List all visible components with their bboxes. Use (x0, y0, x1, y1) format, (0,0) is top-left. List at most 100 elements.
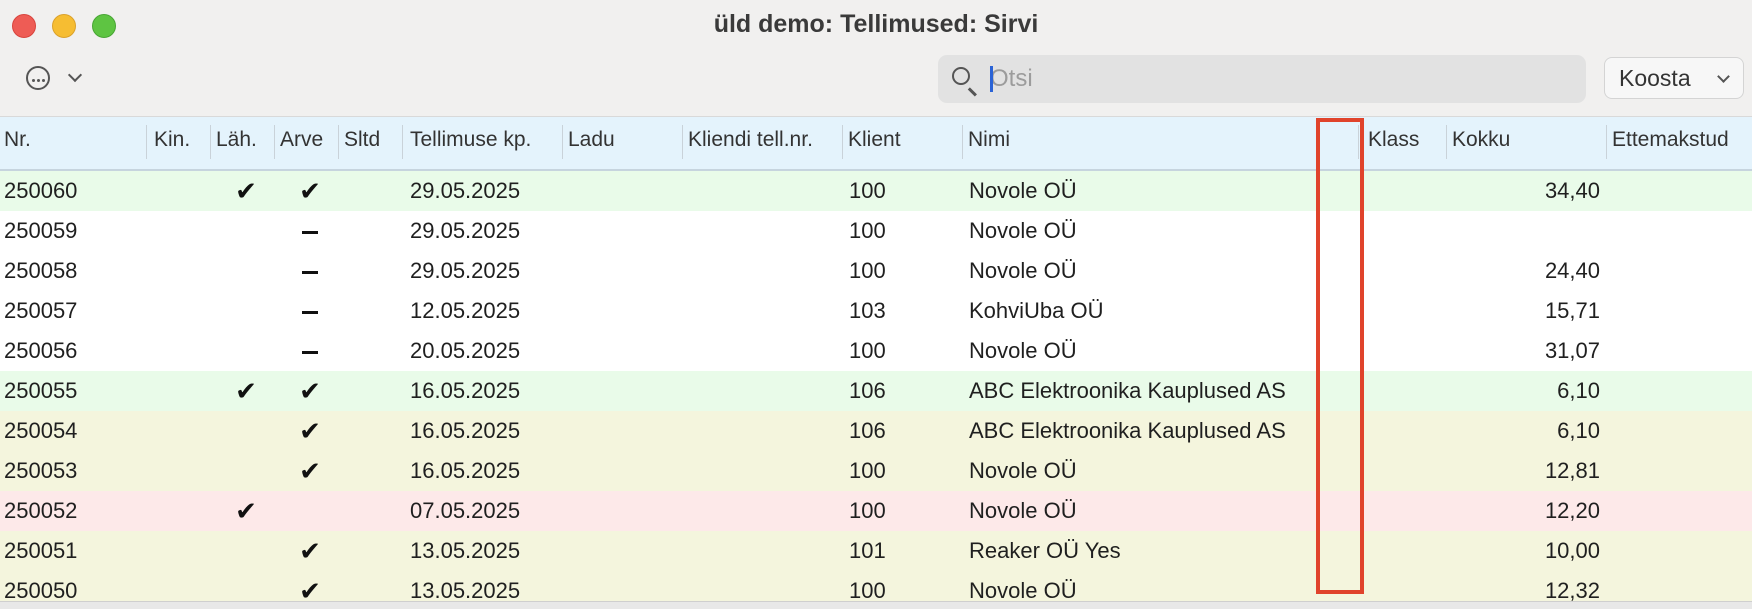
more-actions-button[interactable] (24, 64, 86, 94)
window-title: üld demo: Tellimused: Sirvi (713, 10, 1039, 38)
arve-dash-icon (302, 271, 318, 274)
table-row[interactable]: 250059 29.05.2025 100 Novole OÜ (0, 211, 1752, 251)
cell-kokku: 10,00 (1544, 538, 1600, 563)
table-header: Nr. Kin. Läh. Arve Sltd Tellimuse kp. La… (0, 117, 1752, 171)
table-row[interactable]: 250052 ✔ 07.05.2025 100 Novole OÜ 12,20 (0, 491, 1752, 531)
cell-tellimuse-kp: 29.05.2025 (410, 258, 521, 283)
cell-nimi: ABC Elektroonika Kauplused AS (969, 378, 1286, 403)
text-caret (990, 66, 993, 92)
table-row[interactable]: 250050 ✔ 13.05.2025 100 Novole OÜ 12,32 (0, 571, 1752, 601)
cell-nr: 250056 (4, 338, 78, 363)
cell-nimi: Novole OÜ (969, 178, 1077, 203)
koosta-label: Koosta (1619, 65, 1691, 91)
cell-klient: 100 (849, 578, 886, 601)
cell-tellimuse-kp: 12.05.2025 (410, 298, 521, 323)
column-header-klient[interactable]: Klient (842, 117, 962, 169)
title-bar: üld demo: Tellimused: Sirvi Koosta (0, 0, 1752, 117)
cell-klient: 100 (849, 498, 886, 523)
table-row[interactable]: 250055 ✔ ✔ 16.05.2025 106 ABC Elektroonika Ka… (0, 371, 1752, 411)
cell-tellimuse-kp: 07.05.2025 (410, 498, 521, 523)
table-row[interactable]: 250054 ✔ 16.05.2025 106 ABC Elektroonika Kau… (0, 411, 1752, 451)
search-icon (952, 67, 970, 85)
table-row[interactable]: 250060 ✔ ✔ 29.05.2025 100 Novole OÜ 34,40 (0, 171, 1752, 211)
cell-tellimuse-kp: 13.05.2025 (410, 578, 521, 601)
table-row[interactable]: 250057 12.05.2025 103 KohviUba OÜ 15,71 (0, 291, 1752, 331)
koosta-button[interactable]: Koosta (1604, 57, 1744, 99)
cell-klient: 100 (849, 258, 886, 283)
column-header-kliendi-tell-nr[interactable]: Kliendi tell.nr. (682, 117, 842, 169)
cell-nr: 250057 (4, 298, 78, 323)
cell-nimi: Novole OÜ (969, 458, 1077, 483)
cell-tellimuse-kp: 16.05.2025 (410, 378, 521, 403)
column-header-arve[interactable]: Arve (274, 117, 338, 169)
chevron-down-icon (67, 67, 83, 83)
cell-tellimuse-kp: 29.05.2025 (410, 178, 521, 203)
arve-dash-icon (302, 351, 318, 354)
cell-nimi: Novole OÜ (969, 258, 1077, 283)
arve-check-icon: ✔ (299, 176, 321, 206)
lah-check-icon: ✔ (235, 496, 257, 526)
cell-kokku: 6,10 (1557, 378, 1600, 403)
arve-dash-icon (302, 311, 318, 314)
cell-nr: 250055 (4, 378, 78, 403)
cell-kokku: 31,07 (1544, 338, 1600, 363)
cell-kokku (1446, 211, 1600, 251)
column-header-nimi[interactable]: Nimi (962, 117, 1358, 169)
table-row[interactable]: 250051 ✔ 13.05.2025 101 Reaker OÜ Yes 10,00 (0, 531, 1752, 571)
ellipsis-circle-icon (26, 66, 50, 90)
arve-check-icon: ✔ (299, 536, 321, 566)
cell-klient: 100 (849, 178, 886, 203)
table-row[interactable]: 250058 29.05.2025 100 Novole OÜ 24,40 (0, 251, 1752, 291)
cell-nimi: Reaker OÜ Yes (969, 538, 1121, 563)
orders-table-body: 250060 ✔ ✔ 29.05.2025 100 Novole OÜ 34,40 25005… (0, 171, 1752, 601)
arve-check-icon: ✔ (299, 376, 321, 406)
arve-check-icon: ✔ (299, 576, 321, 601)
cell-klient: 101 (849, 538, 886, 563)
column-header-ladu[interactable]: Ladu (562, 117, 682, 169)
cell-nimi: KohviUba OÜ (969, 298, 1104, 323)
cell-klient: 100 (849, 338, 886, 363)
cell-nimi: Novole OÜ (969, 218, 1077, 243)
cell-klient: 100 (849, 218, 886, 243)
table-row[interactable]: 250056 20.05.2025 100 Novole OÜ 31,07 (0, 331, 1752, 371)
cell-nr: 250058 (4, 258, 78, 283)
lah-check-icon: ✔ (235, 376, 257, 406)
column-header-sltd[interactable]: Sltd (338, 117, 402, 169)
lah-check-icon: ✔ (235, 176, 257, 206)
cell-nr: 250059 (4, 218, 78, 243)
cell-tellimuse-kp: 16.05.2025 (410, 458, 521, 483)
cell-kokku: 34,40 (1544, 178, 1600, 203)
cell-nimi: Novole OÜ (969, 338, 1077, 363)
cell-kokku: 6,10 (1557, 418, 1600, 443)
cell-tellimuse-kp: 16.05.2025 (410, 418, 521, 443)
cell-klient: 100 (849, 458, 886, 483)
column-header-lah[interactable]: Läh. (210, 117, 274, 169)
arve-check-icon: ✔ (299, 416, 321, 446)
cell-nimi: Novole OÜ (969, 498, 1077, 523)
column-header-kin[interactable]: Kin. (146, 117, 210, 169)
cell-kokku: 12,32 (1544, 578, 1600, 601)
cell-tellimuse-kp: 13.05.2025 (410, 538, 521, 563)
cell-nr: 250051 (4, 538, 78, 563)
search-input[interactable] (990, 61, 1570, 97)
column-header-kokku[interactable]: Kokku (1446, 117, 1606, 169)
column-header-ettemakstud[interactable]: Ettemakstud (1606, 117, 1752, 169)
cell-kokku: 12,81 (1544, 458, 1600, 483)
cell-tellimuse-kp: 20.05.2025 (410, 338, 521, 363)
cell-nimi: ABC Elektroonika Kauplused AS (969, 418, 1286, 443)
cell-nr: 250053 (4, 458, 78, 483)
column-header-nr[interactable]: Nr. (0, 117, 146, 169)
table-row[interactable]: 250053 ✔ 16.05.2025 100 Novole OÜ 12,81 (0, 451, 1752, 491)
search-field[interactable] (938, 55, 1586, 103)
column-header-klass[interactable]: Klass (1362, 117, 1446, 169)
cell-nr: 250052 (4, 498, 78, 523)
cell-kokku: 24,40 (1544, 258, 1600, 283)
column-header-tellimuse-kp[interactable]: Tellimuse kp. (402, 117, 562, 169)
arve-check-icon: ✔ (299, 456, 321, 486)
cell-klient: 106 (849, 378, 886, 403)
chevron-down-icon (1717, 70, 1730, 83)
arve-dash-icon (302, 231, 318, 234)
cell-kokku: 12,20 (1544, 498, 1600, 523)
cell-tellimuse-kp: 29.05.2025 (410, 218, 521, 243)
cell-klient: 103 (849, 298, 886, 323)
